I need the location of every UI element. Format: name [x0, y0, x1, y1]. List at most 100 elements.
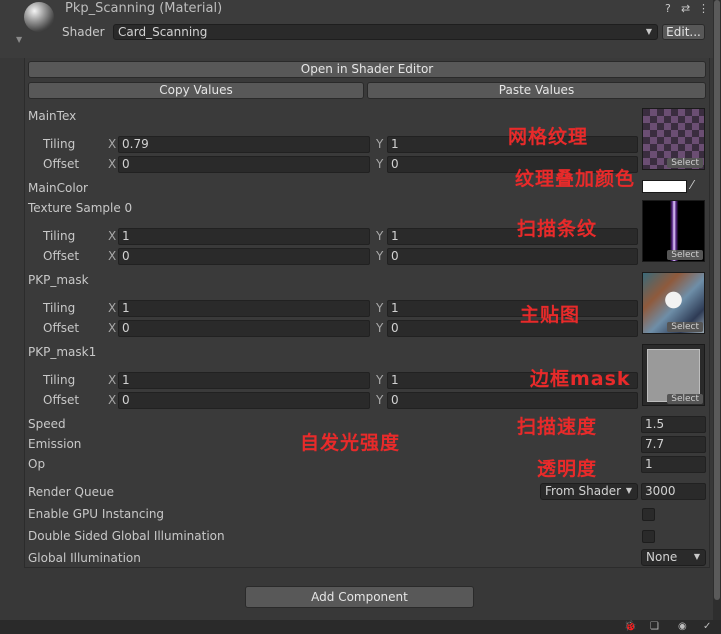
- emission-field[interactable]: 7.7: [641, 436, 706, 453]
- offset-label: Offset: [43, 393, 80, 407]
- y-label: Y: [376, 393, 384, 407]
- tiling-label: Tiling: [43, 301, 76, 315]
- pkp-mask1-label: PKP_mask1: [28, 345, 97, 359]
- texture-sample-0-label: Texture Sample 0: [28, 201, 133, 215]
- x-label: X: [108, 229, 117, 243]
- debug-icon[interactable]: 🐞: [624, 621, 636, 632]
- global-illumination-label: Global Illumination: [28, 551, 141, 565]
- render-queue-field[interactable]: 3000: [641, 483, 706, 500]
- layers-icon[interactable]: ❏: [650, 621, 659, 632]
- x-label: X: [108, 249, 117, 263]
- tiling-label: Tiling: [43, 373, 76, 387]
- x-label: X: [108, 301, 117, 315]
- texture-sample-0-offset-x-field[interactable]: 0: [118, 248, 370, 265]
- pkp-mask1-tiling-x-field[interactable]: 1: [118, 372, 370, 389]
- edit-shader-button[interactable]: Edit...: [662, 24, 705, 40]
- render-queue-mode-value: From Shader: [545, 484, 622, 498]
- open-shader-editor-button[interactable]: Open in Shader Editor: [28, 61, 706, 78]
- global-illumination-dropdown[interactable]: None ▼: [641, 549, 706, 566]
- annotation-grid-texture: 网格纹理: [508, 126, 589, 148]
- pkp-mask1-offset-x-field[interactable]: 0: [118, 392, 370, 409]
- x-label: X: [108, 321, 117, 335]
- annotation-border-mask: 边框mask: [530, 368, 631, 390]
- y-label: Y: [376, 321, 384, 335]
- global-illumination-value: None: [646, 550, 678, 564]
- shader-label: Shader: [62, 25, 105, 39]
- x-label: X: [108, 157, 117, 171]
- maintex-label: MainTex: [28, 109, 77, 123]
- render-queue-label: Render Queue: [28, 485, 114, 499]
- select-button[interactable]: Select: [667, 158, 703, 168]
- annotation-tint-color: 纹理叠加颜色: [515, 168, 636, 190]
- annotation-scan-speed: 扫描速度: [517, 416, 598, 438]
- select-button[interactable]: Select: [667, 250, 703, 260]
- texture-sample-0-tiling-y-field[interactable]: 1: [387, 228, 638, 245]
- paste-values-button[interactable]: Paste Values: [367, 82, 706, 99]
- pkp-mask-offset-y-field[interactable]: 0: [387, 320, 638, 337]
- maintex-offset-x-field[interactable]: 0: [118, 156, 370, 173]
- texture-sample-0-texture-slot[interactable]: Select: [642, 200, 705, 262]
- tiling-label: Tiling: [43, 229, 76, 243]
- shader-value: Card_Scanning: [118, 25, 208, 39]
- x-label: X: [108, 393, 117, 407]
- annotation-scan-stripe: 扫描条纹: [517, 218, 598, 240]
- add-component-button[interactable]: Add Component: [245, 586, 474, 608]
- material-title: Pkp_Scanning (Material): [65, 1, 223, 16]
- check-icon[interactable]: ✓: [703, 621, 711, 632]
- preset-settings-icon[interactable]: ⇄: [681, 2, 690, 15]
- speed-field[interactable]: 1.5: [641, 416, 706, 433]
- context-menu-icon[interactable]: ⋮: [698, 2, 709, 15]
- double-sided-gi-checkbox[interactable]: [642, 530, 655, 543]
- status-bar: [0, 620, 721, 634]
- pkp-mask-tiling-x-field[interactable]: 1: [118, 300, 370, 317]
- annotation-opacity: 透明度: [537, 458, 598, 480]
- x-label: X: [108, 373, 117, 387]
- pkp-mask-offset-x-field[interactable]: 0: [118, 320, 370, 337]
- maincolor-swatch[interactable]: [642, 180, 687, 193]
- op-label: Op: [28, 457, 46, 471]
- y-label: Y: [376, 137, 384, 151]
- offset-label: Offset: [43, 321, 80, 335]
- y-label: Y: [376, 249, 384, 263]
- y-label: Y: [376, 373, 384, 387]
- pkp-mask1-texture-slot[interactable]: Select: [642, 344, 705, 406]
- pkp-mask1-offset-y-field[interactable]: 0: [387, 392, 638, 409]
- texture-sample-0-tiling-x-field[interactable]: 1: [118, 228, 370, 245]
- chevron-down-icon: ▼: [625, 486, 632, 495]
- emission-label: Emission: [28, 437, 82, 451]
- offset-label: Offset: [43, 157, 80, 171]
- offset-label: Offset: [43, 249, 80, 263]
- scrollbar-thumb[interactable]: [714, 0, 720, 600]
- y-label: Y: [376, 301, 384, 315]
- texture-sample-0-offset-y-field[interactable]: 0: [387, 248, 638, 265]
- shader-dropdown[interactable]: Card_Scanning ▼: [113, 24, 658, 40]
- maincolor-label: MainColor: [28, 181, 88, 195]
- annotation-main-map: 主贴图: [520, 304, 581, 326]
- render-queue-mode-dropdown[interactable]: From Shader ▼: [540, 483, 638, 500]
- record-icon[interactable]: ◉: [678, 621, 687, 632]
- gpu-instancing-label: Enable GPU Instancing: [28, 507, 165, 521]
- select-button[interactable]: Select: [667, 394, 703, 404]
- copy-values-button[interactable]: Copy Values: [28, 82, 364, 99]
- maintex-texture-slot[interactable]: Select: [642, 108, 705, 170]
- chevron-down-icon: ▼: [645, 27, 652, 36]
- gpu-instancing-checkbox[interactable]: [642, 508, 655, 521]
- x-label: X: [108, 137, 117, 151]
- speed-label: Speed: [28, 417, 66, 431]
- foldout-triangle-icon[interactable]: ▼: [16, 35, 22, 44]
- pkp-mask-label: PKP_mask: [28, 273, 89, 287]
- y-label: Y: [376, 229, 384, 243]
- op-field[interactable]: 1: [641, 456, 706, 473]
- select-button[interactable]: Select: [667, 322, 703, 332]
- y-label: Y: [376, 157, 384, 171]
- material-preview-icon: [24, 2, 54, 32]
- eyedropper-icon[interactable]: ⁄: [691, 178, 693, 192]
- maintex-tiling-x-field[interactable]: 0.79: [118, 136, 370, 153]
- pkp-mask-tiling-y-field[interactable]: 1: [387, 300, 638, 317]
- double-sided-gi-label: Double Sided Global Illumination: [28, 529, 225, 543]
- annotation-emission-intensity: 自发光强度: [300, 432, 401, 454]
- help-icon[interactable]: ?: [665, 2, 671, 15]
- pkp-mask-texture-slot[interactable]: Select: [642, 272, 705, 334]
- chevron-down-icon: ▼: [693, 552, 700, 561]
- tiling-label: Tiling: [43, 137, 76, 151]
